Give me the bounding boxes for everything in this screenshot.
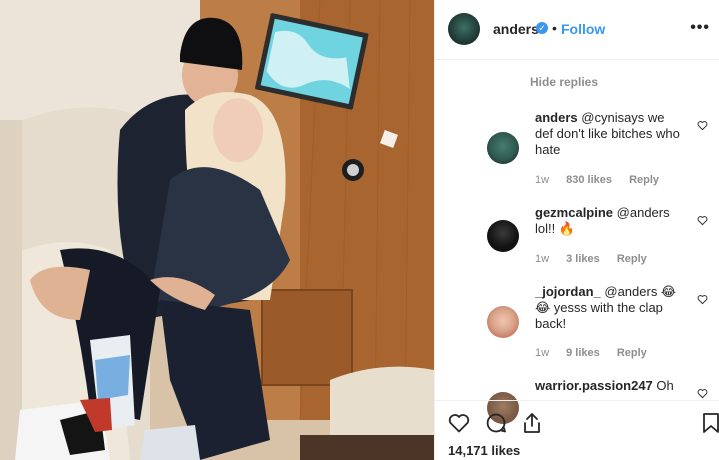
comment-age: 1w xyxy=(535,347,550,359)
comment-avatar[interactable] xyxy=(487,220,519,252)
comment-text: anders @cynisays we def don't like bitch… xyxy=(535,110,685,158)
bookmark-icon[interactable] xyxy=(699,411,719,435)
comment-text: warrior.passion247 Oh xyxy=(535,378,685,394)
author-username[interactable]: anders xyxy=(493,21,539,37)
comments-panel: anders ✓ • Follow ••• Hide replies ander… xyxy=(434,0,719,460)
comment-avatar[interactable] xyxy=(487,306,519,338)
post-actions: 14,171 likes xyxy=(435,400,719,460)
verified-badge-icon: ✓ xyxy=(536,22,548,34)
comment-like-heart-icon[interactable] xyxy=(697,388,708,399)
likes-count[interactable]: 14,171 likes xyxy=(448,443,520,458)
comment-username[interactable]: anders xyxy=(535,110,578,125)
post-photo xyxy=(0,0,434,460)
heart-icon[interactable] xyxy=(447,411,471,435)
comment-age: 1w xyxy=(535,174,550,186)
post-header: anders ✓ • Follow ••• xyxy=(435,0,719,60)
comment-text: gezmcalpine @anders lol!! 🔥 xyxy=(535,205,685,237)
comment-likes[interactable]: 9 likes xyxy=(566,347,600,359)
comment-username[interactable]: gezmcalpine xyxy=(535,205,613,220)
reply-button[interactable]: Reply xyxy=(629,174,659,186)
comment-bubble-icon[interactable] xyxy=(484,411,508,435)
comment-likes[interactable]: 3 likes xyxy=(566,253,600,265)
comment-meta: 1w 3 likes Reply xyxy=(535,253,661,265)
comment-likes[interactable]: 830 likes xyxy=(566,174,612,186)
comment-age: 1w xyxy=(535,253,550,265)
hide-replies-button[interactable]: Hide replies xyxy=(530,75,598,89)
reply-button[interactable]: Reply xyxy=(617,253,647,265)
comment-like-heart-icon[interactable] xyxy=(697,294,708,305)
more-options-icon[interactable]: ••• xyxy=(690,19,710,37)
comment-body: Oh xyxy=(656,378,674,393)
share-icon[interactable] xyxy=(520,411,544,435)
comment-avatar[interactable] xyxy=(487,132,519,164)
comment-like-heart-icon[interactable] xyxy=(697,120,708,131)
comment-text: _jojordan_ @anders 😂 😂 yesss with the cl… xyxy=(535,284,685,332)
comment-like-heart-icon[interactable] xyxy=(697,215,708,226)
author-avatar[interactable] xyxy=(448,13,480,45)
comment-username[interactable]: warrior.passion247 xyxy=(535,378,653,393)
reply-button[interactable]: Reply xyxy=(617,347,647,359)
header-separator: • xyxy=(552,20,557,36)
comment-meta: 1w 9 likes Reply xyxy=(535,347,661,359)
comment-meta: 1w 830 likes Reply xyxy=(535,174,673,186)
comment-username[interactable]: _jojordan_ xyxy=(535,284,601,299)
post-image xyxy=(0,0,434,460)
follow-button[interactable]: Follow xyxy=(561,21,605,37)
